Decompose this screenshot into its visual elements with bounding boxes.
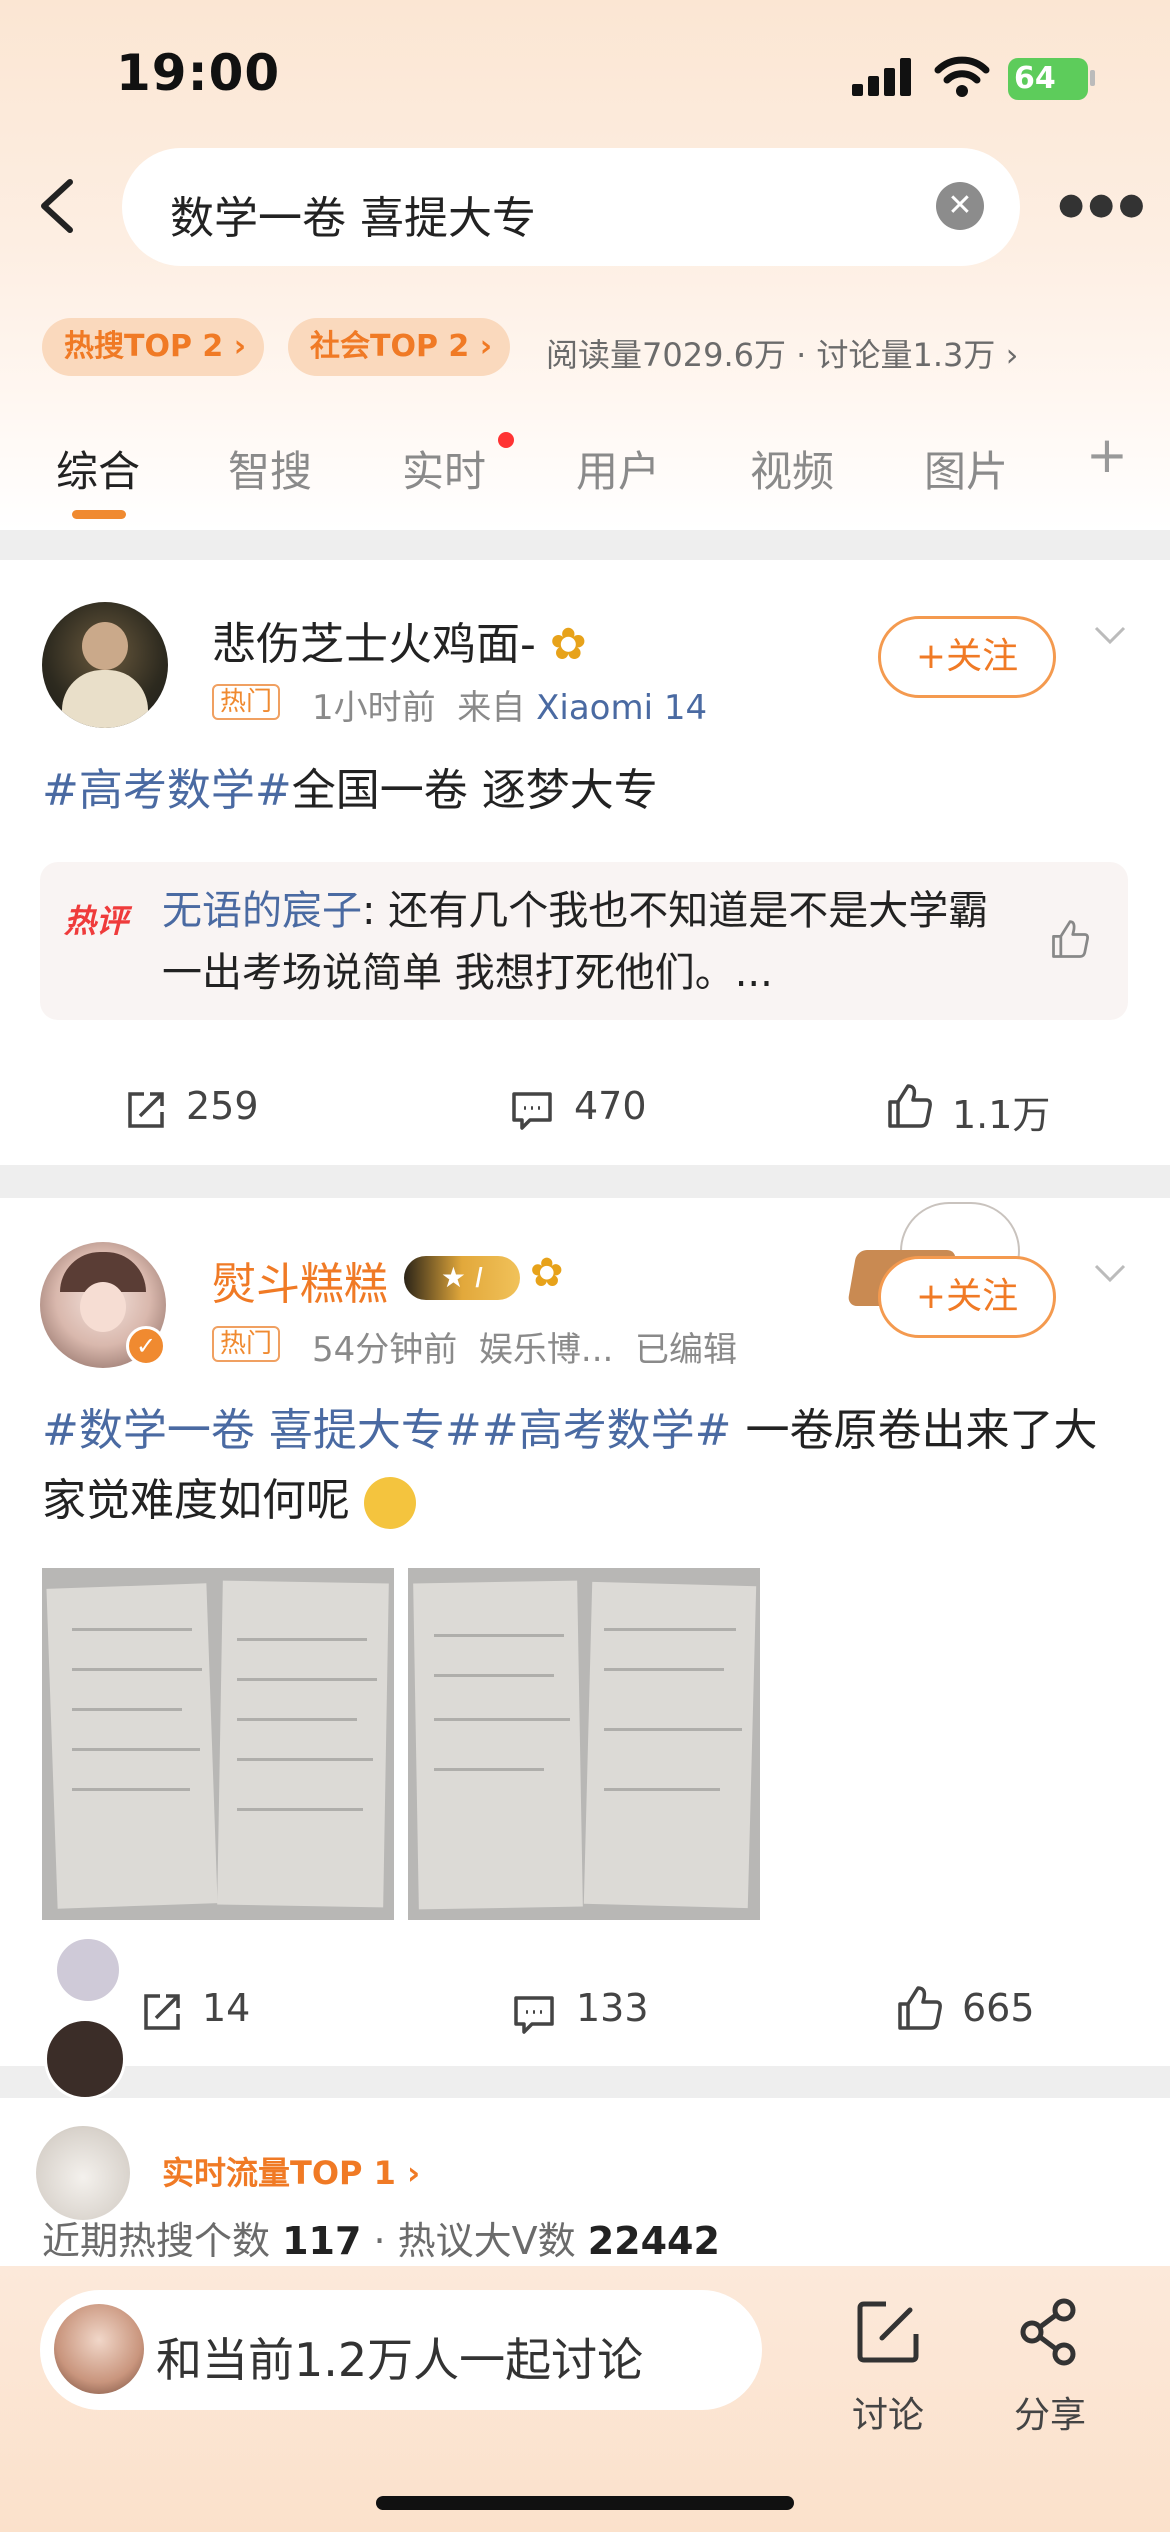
like-icon[interactable] xyxy=(896,1984,944,2032)
post-time: 54分钟前 xyxy=(312,1330,458,1370)
add-tab-icon[interactable]: + xyxy=(1086,426,1128,484)
repost-count[interactable]: 14 xyxy=(202,1986,250,2030)
hot-comment-user[interactable]: 无语的宸子 xyxy=(162,888,362,934)
society-pill[interactable]: 社会TOP 2 › xyxy=(288,318,511,376)
follow-button[interactable]: +关注 xyxy=(878,616,1056,698)
comment-count[interactable]: 470 xyxy=(574,1084,647,1128)
tab-video[interactable]: 视频 xyxy=(750,438,834,499)
like-comment-icon[interactable] xyxy=(1048,918,1092,962)
discuss-button[interactable]: 讨论 xyxy=(828,2282,948,2436)
hot-comment[interactable]: 热评 无语的宸子: 还有几个我也不知道是不是大学霸 一出考场说简单 我想打死他们… xyxy=(40,862,1128,1020)
follower-avatar xyxy=(44,2018,126,2100)
realtime-traffic-label: 实时流量TOP 1 xyxy=(162,2154,396,2192)
wifi-icon xyxy=(934,56,990,97)
realtime-traffic-link[interactable]: 实时流量TOP 1 › xyxy=(162,2148,420,2194)
status-time: 19:00 xyxy=(116,44,281,102)
chevron-down-icon[interactable] xyxy=(1090,616,1130,656)
avatar xyxy=(54,2304,144,2394)
trend-stats: 近期热搜个数 117 · 热议大V数 22442 xyxy=(42,2219,720,2263)
sunflower-icon: ✿ xyxy=(530,1250,564,1296)
discuss-text: 和当前1.2万人一起讨论 xyxy=(156,2333,644,2387)
like-count[interactable]: 1.1万 xyxy=(952,1084,1050,1139)
post-time: 1小时前 xyxy=(312,688,436,728)
like-count[interactable]: 665 xyxy=(962,1986,1035,2030)
hot-comment-text: 无语的宸子: 还有几个我也不知道是不是大学霸 一出考场说简单 我想打死他们。..… xyxy=(162,880,1022,1004)
comment-count[interactable]: 133 xyxy=(576,1986,649,2030)
tab-comprehensive[interactable]: 综合 xyxy=(56,438,140,499)
discuss-label: 讨论 xyxy=(851,2395,924,2436)
search-box[interactable]: 数学一卷 喜提大专 ✕ xyxy=(122,148,1020,266)
author-name[interactable]: 悲伤芝士火鸡面- ✿ xyxy=(212,608,587,672)
share-button[interactable]: 分享 xyxy=(990,2282,1110,2436)
edited-label: 已编辑 xyxy=(634,1330,737,1370)
bottom-bar: 和当前1.2万人一起讨论 讨论 分享 xyxy=(0,2266,1170,2532)
search-input[interactable]: 数学一卷 喜提大专 xyxy=(170,182,536,246)
exam-photo-2[interactable] xyxy=(408,1568,760,1920)
post-source[interactable]: Xiaomi 14 xyxy=(536,688,707,728)
author-name[interactable]: 熨斗糕糕 xyxy=(212,1248,388,1312)
clear-icon[interactable]: ✕ xyxy=(936,182,984,230)
share-label: 分享 xyxy=(1013,2395,1086,2436)
share-icon xyxy=(1020,2298,1076,2366)
topic-link[interactable]: #数学一卷 喜提大专##高考数学# xyxy=(42,1405,731,1456)
edit-icon xyxy=(857,2301,919,2363)
vip-badge: ★ I xyxy=(404,1256,520,1300)
header: 19:00 64 数学一卷 喜提大专 ✕ ●●● 热搜TOP 2 › 社会TOP… xyxy=(0,0,1170,530)
avatar[interactable] xyxy=(42,602,168,728)
discuss-input[interactable]: 和当前1.2万人一起讨论 xyxy=(40,2290,762,2410)
battery-cap xyxy=(1090,70,1095,86)
hot-search-pill[interactable]: 热搜TOP 2 › xyxy=(42,318,265,376)
follower-avatar xyxy=(54,1936,122,2004)
cat-avatar xyxy=(36,2126,130,2220)
thinking-emoji-icon xyxy=(364,1477,416,1529)
post-text[interactable]: #数学一卷 喜提大专##高考数学# 一卷原卷出来了大家觉难度如何呢 xyxy=(42,1396,1132,1536)
comment-icon[interactable] xyxy=(510,1990,558,2038)
post-text[interactable]: #高考数学#全国一卷 逐梦大专 xyxy=(42,756,658,826)
source-prefix: 来自 xyxy=(457,688,526,728)
post-body: 全国一卷 逐梦大专 xyxy=(291,765,658,816)
society-pill-label: 社会TOP 2 xyxy=(310,329,470,364)
repost-count[interactable]: 259 xyxy=(186,1084,259,1128)
topic-stats-text: 阅读量7029.6万 · 讨论量1.3万 xyxy=(546,336,996,374)
hot-tag: 热门 xyxy=(212,684,281,720)
topic-stats[interactable]: 阅读量7029.6万 · 讨论量1.3万 › xyxy=(546,330,1018,376)
hot-search-pill-label: 热搜TOP 2 xyxy=(64,329,224,364)
verified-badge: ✓ xyxy=(126,1326,166,1366)
tab-images[interactable]: 图片 xyxy=(924,438,1008,499)
exam-photo-1[interactable] xyxy=(42,1568,394,1920)
comment-icon[interactable] xyxy=(508,1086,556,1134)
post-card[interactable]: 悲伤芝士火鸡面- ✿ 热门 1小时前 来自 Xiaomi 14 +关注 #高考数… xyxy=(0,560,1170,1165)
post-meta: 54分钟前 娱乐博... 已编辑 xyxy=(312,1322,737,1371)
sunflower-icon: ✿ xyxy=(549,619,587,670)
battery-indicator: 64 xyxy=(1008,58,1088,100)
hot-tag: 热门 xyxy=(212,1326,281,1362)
post-source[interactable]: 娱乐博... xyxy=(479,1330,613,1370)
post-meta: 1小时前 来自 Xiaomi 14 xyxy=(312,680,707,729)
like-icon[interactable] xyxy=(886,1082,934,1130)
home-indicator[interactable] xyxy=(376,2496,794,2510)
tab-smart-search[interactable]: 智搜 xyxy=(228,438,312,499)
signal-icon xyxy=(852,58,914,96)
tab-indicator xyxy=(72,510,126,519)
more-icon[interactable]: ●●● xyxy=(1058,180,1145,230)
repost-icon[interactable] xyxy=(138,1988,186,2036)
realtime-dot xyxy=(498,432,514,448)
topic-link[interactable]: #高考数学# xyxy=(42,765,292,816)
repost-icon[interactable] xyxy=(122,1086,170,1134)
tab-users[interactable]: 用户 xyxy=(576,438,660,499)
back-icon[interactable] xyxy=(30,176,90,236)
hot-comment-label: 热评 xyxy=(64,902,129,940)
tab-realtime[interactable]: 实时 xyxy=(402,438,486,499)
follow-button[interactable]: +关注 xyxy=(878,1256,1056,1338)
chevron-down-icon[interactable] xyxy=(1090,1254,1130,1294)
